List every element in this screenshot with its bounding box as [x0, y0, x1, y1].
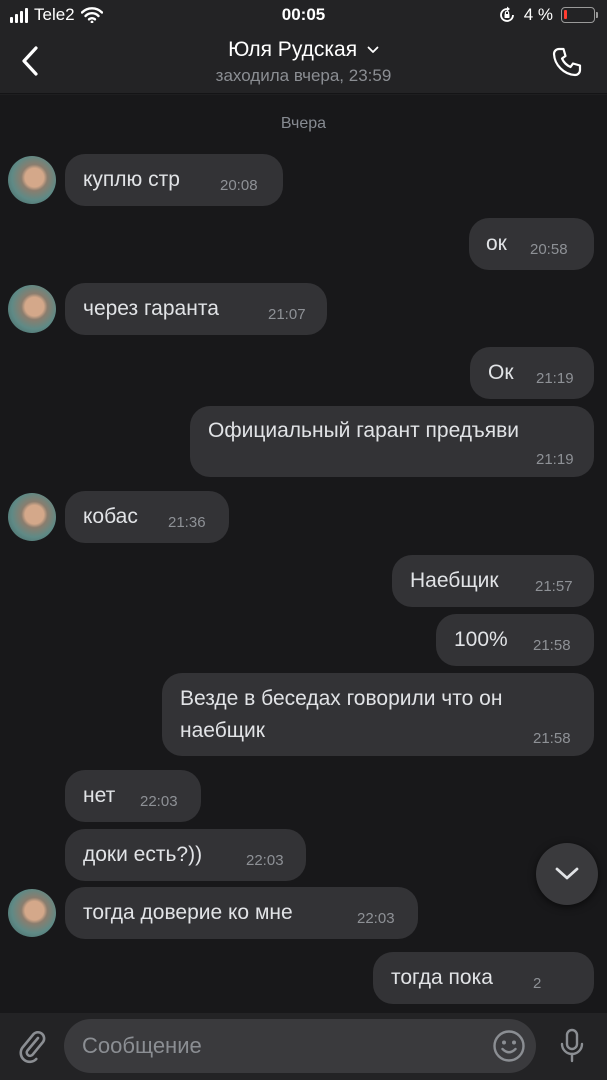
- contact-name: Юля Рудская: [228, 38, 358, 61]
- message-time: 21:07: [268, 306, 306, 323]
- message-bubble-outgoing[interactable]: тогда пока 2: [373, 952, 594, 1004]
- message-bubble-outgoing[interactable]: Наебщик 21:57: [392, 555, 594, 607]
- message-time: 22:03: [357, 910, 395, 927]
- phone-icon: [552, 47, 582, 77]
- avatar[interactable]: [8, 493, 56, 541]
- message-bubble-outgoing[interactable]: Ок 21:19: [470, 347, 594, 399]
- microphone-icon: [560, 1028, 584, 1063]
- chevron-down-icon: [367, 47, 379, 54]
- message-text: тогда пока: [391, 966, 493, 989]
- contact-name-button[interactable]: Юля Рудская: [0, 38, 607, 62]
- paperclip-icon: [19, 1030, 46, 1064]
- message-text: нет: [83, 784, 116, 807]
- message-composer: [0, 1013, 607, 1080]
- message-input[interactable]: [82, 1019, 482, 1073]
- battery-icon: [561, 7, 598, 23]
- message-bubble-incoming[interactable]: кобас 21:36: [65, 491, 229, 543]
- message-bubble-outgoing[interactable]: Официальный гарант предъяви 21:19: [190, 406, 594, 477]
- message-time: 20:58: [530, 241, 568, 258]
- message-text: тогда доверие ко мне: [83, 901, 293, 924]
- avatar[interactable]: [8, 285, 56, 333]
- scroll-to-bottom-button[interactable]: [536, 843, 598, 905]
- message-time: 21:57: [535, 578, 573, 595]
- message-bubble-incoming[interactable]: через гаранта 21:07: [65, 283, 327, 335]
- smiley-icon[interactable]: [492, 1029, 526, 1063]
- message-text: через гаранта: [83, 297, 219, 320]
- rotation-lock-icon: [499, 6, 514, 22]
- attach-button[interactable]: [12, 1025, 52, 1067]
- message-time: 22:03: [246, 852, 284, 869]
- message-text: 100%: [454, 628, 508, 651]
- message-input-wrapper: [64, 1019, 536, 1073]
- status-right: 4 %: [498, 5, 598, 25]
- message-text: куплю стр: [83, 168, 180, 191]
- message-time: 21:19: [536, 370, 574, 387]
- message-text: доки есть?)): [83, 843, 203, 866]
- status-bar: Tele2 00:05 4 %: [0, 0, 607, 30]
- message-time: 21:58: [533, 637, 571, 654]
- message-bubble-incoming[interactable]: нет 22:03: [65, 770, 201, 822]
- message-bubble-outgoing[interactable]: Везде в беседах говорили что он наебщик …: [162, 673, 594, 756]
- message-bubble-outgoing[interactable]: ок 20:58: [469, 218, 594, 270]
- message-bubble-incoming[interactable]: доки есть?)) 22:03: [65, 829, 306, 881]
- message-time: 21:58: [533, 730, 571, 747]
- message-bubble-incoming[interactable]: куплю стр 20:08: [65, 154, 283, 206]
- message-time: 21:19: [536, 451, 574, 468]
- message-text: Официальный гарант предъяви: [208, 419, 519, 442]
- last-seen-status: заходила вчера, 23:59: [215, 66, 392, 85]
- date-divider: Вчера: [280, 115, 327, 132]
- message-text: Наебщик: [410, 569, 499, 592]
- message-text: Везде в беседах говорили что он наебщик: [180, 687, 503, 742]
- message-time: 22:03: [140, 793, 178, 810]
- chevron-down-icon: [555, 867, 579, 880]
- avatar[interactable]: [8, 889, 56, 937]
- message-list[interactable]: Вчера куплю стр 20:08 ок 20:58 через гар…: [0, 95, 607, 1013]
- message-text: кобас: [83, 505, 138, 528]
- message-text: Ок: [488, 361, 514, 384]
- avatar[interactable]: [8, 156, 56, 204]
- call-button[interactable]: [545, 40, 589, 84]
- message-time: 21:36: [168, 514, 206, 531]
- message-time: 2: [533, 975, 542, 992]
- voice-message-button[interactable]: [552, 1025, 592, 1067]
- chat-header: Юля Рудская заходила вчера, 23:59: [0, 30, 607, 94]
- message-bubble-incoming[interactable]: тогда доверие ко мне 22:03: [65, 887, 418, 939]
- message-text: ок: [486, 232, 507, 255]
- message-time: 20:08: [220, 177, 258, 194]
- battery-percent: 4 %: [523, 5, 553, 24]
- message-bubble-outgoing[interactable]: 100% 21:58: [436, 614, 594, 666]
